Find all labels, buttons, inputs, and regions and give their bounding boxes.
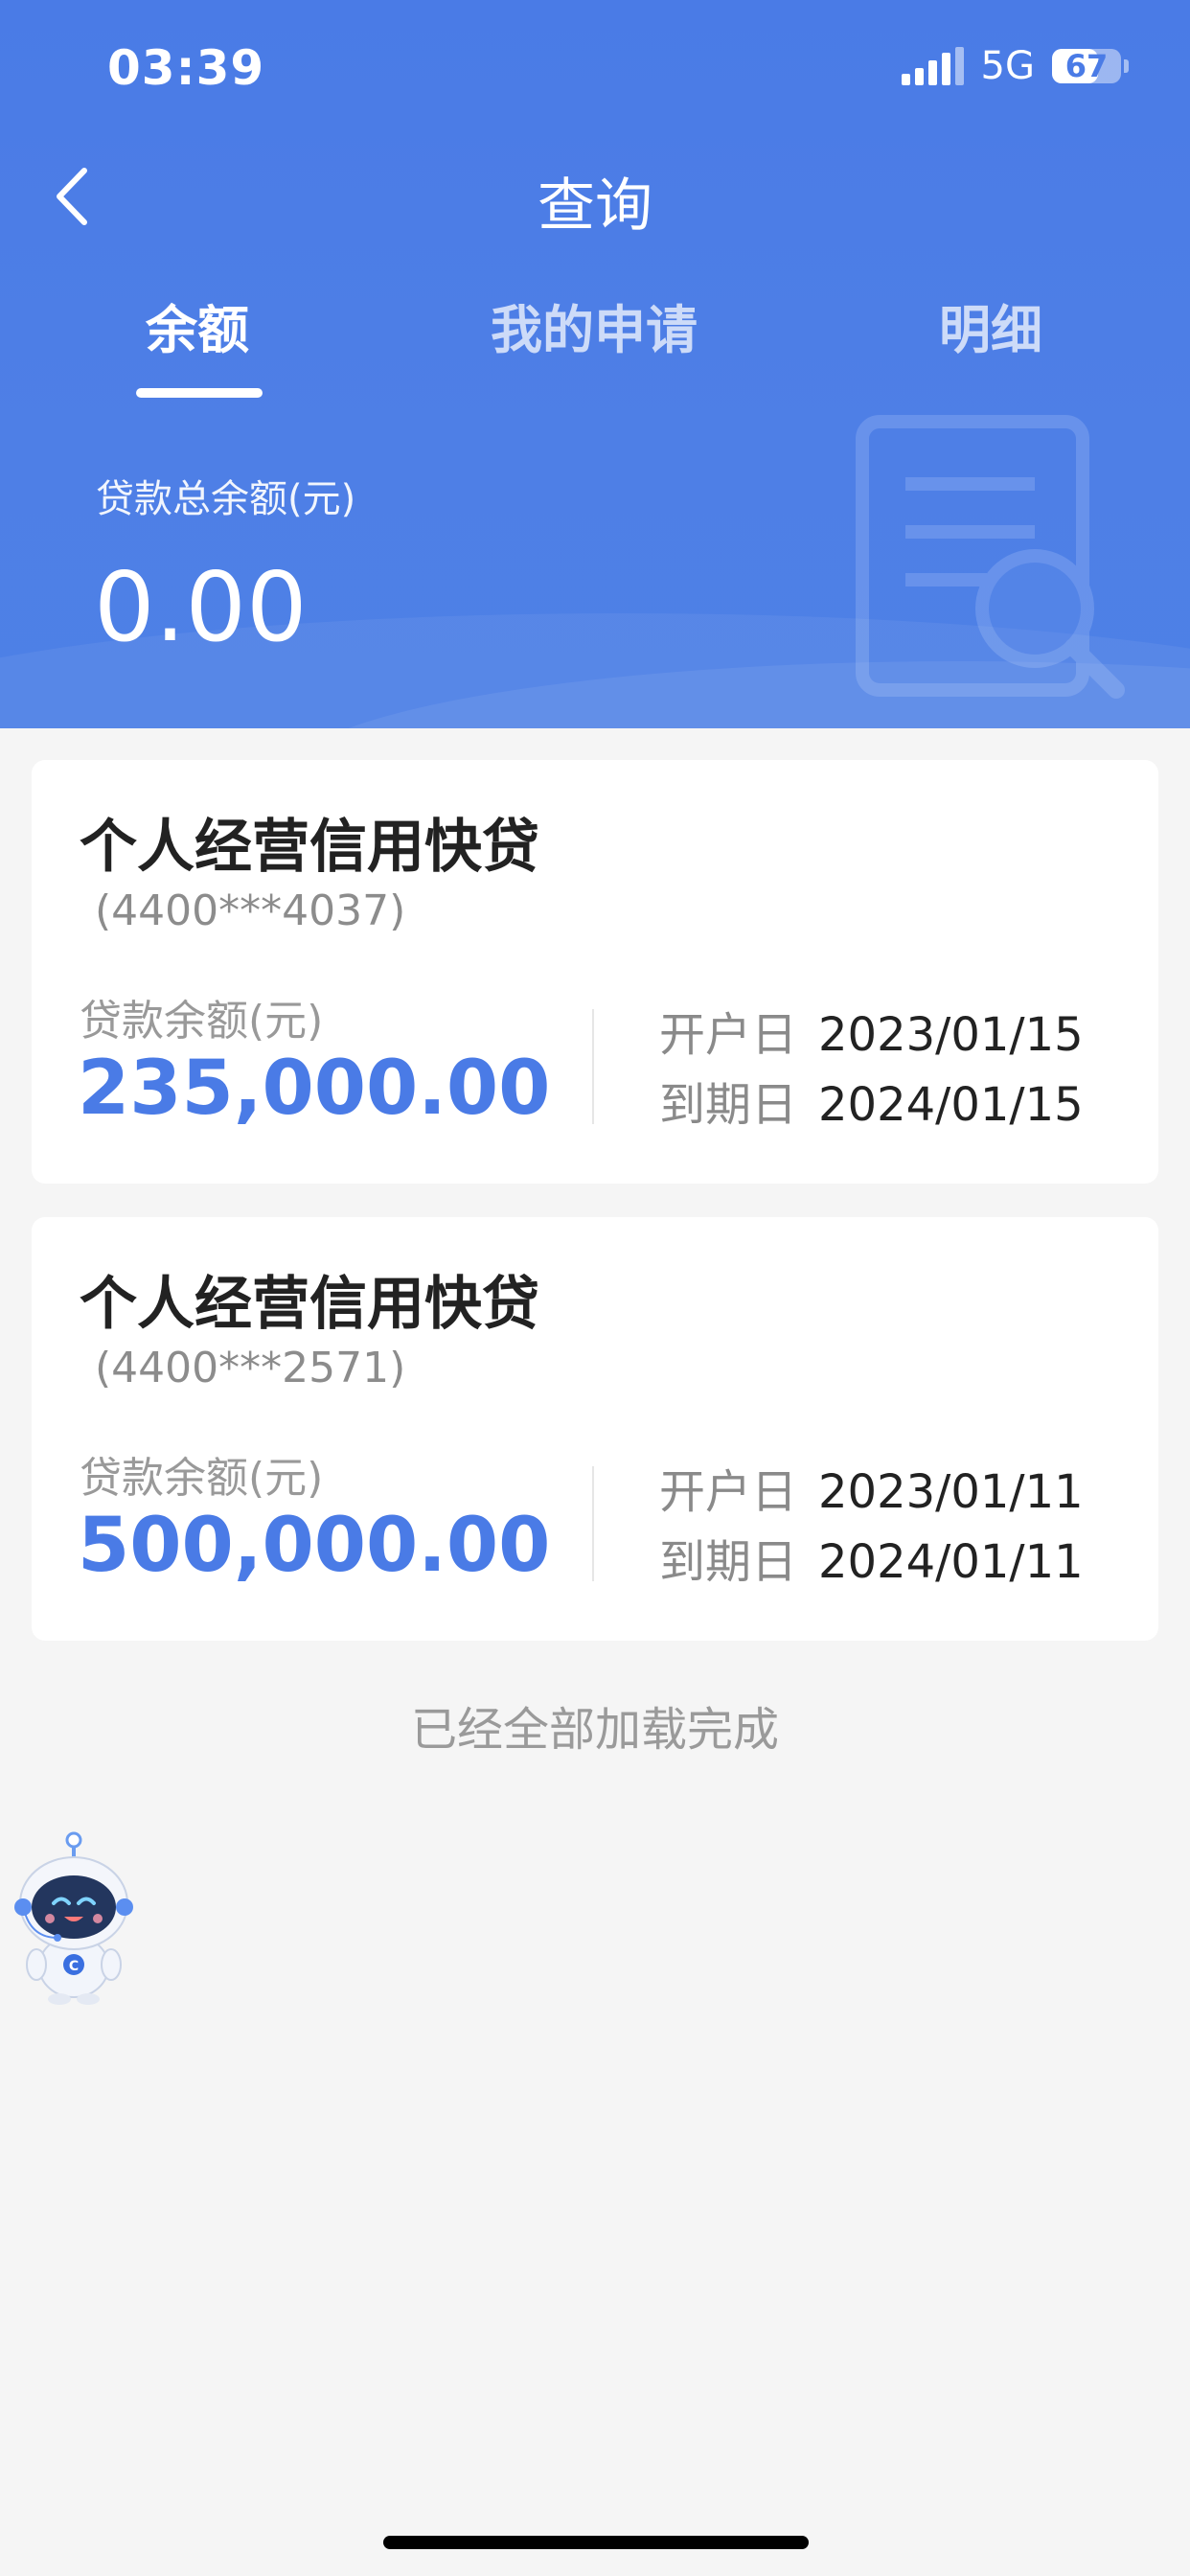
loan-account: (4400***4037) bbox=[95, 886, 406, 935]
due-date-row: 到期日 2024/01/15 bbox=[659, 1067, 1084, 1134]
header: 03:39 5G 67 查询 余额 我的申请 明细 贷款总余额(元) 0.00 bbox=[0, 0, 1190, 728]
home-indicator[interactable] bbox=[383, 2536, 809, 2549]
open-date-label: 开户日 bbox=[659, 1465, 798, 1519]
loan-balance-label: 贷款余额(元) bbox=[80, 997, 324, 1046]
signal-icon bbox=[901, 47, 964, 85]
loan-card[interactable]: 个人经营信用快贷 (4400***2571) 贷款余额(元) 500,000.0… bbox=[32, 1217, 1158, 1641]
document-search-icon bbox=[856, 415, 1125, 699]
status-indicators: 5G 67 bbox=[901, 44, 1129, 88]
open-date-row: 开户日 2023/01/15 bbox=[659, 997, 1084, 1064]
total-balance-value: 0.00 bbox=[94, 551, 308, 663]
due-date: 2024/01/11 bbox=[818, 1535, 1084, 1589]
status-time: 03:39 bbox=[107, 40, 265, 96]
loan-balance: 500,000.00 bbox=[78, 1503, 551, 1589]
total-balance-label: 贷款总余额(元) bbox=[96, 477, 356, 521]
divider bbox=[592, 1466, 594, 1581]
divider bbox=[592, 1009, 594, 1124]
open-date-label: 开户日 bbox=[659, 1008, 798, 1062]
due-date-row: 到期日 2024/01/11 bbox=[659, 1524, 1084, 1591]
tab-balance[interactable]: 余额 bbox=[54, 288, 341, 363]
network-label: 5G bbox=[980, 44, 1035, 88]
loan-card[interactable]: 个人经营信用快贷 (4400***4037) 贷款余额(元) 235,000.0… bbox=[32, 760, 1158, 1184]
active-tab-indicator bbox=[136, 388, 263, 398]
tab-details[interactable]: 明细 bbox=[847, 288, 1134, 363]
open-date: 2023/01/15 bbox=[818, 1008, 1084, 1062]
due-date-label: 到期日 bbox=[659, 1535, 798, 1589]
assistant-robot-icon[interactable]: C bbox=[11, 1830, 136, 2005]
open-date-row: 开户日 2023/01/11 bbox=[659, 1454, 1084, 1521]
loan-balance-label: 贷款余额(元) bbox=[80, 1454, 324, 1503]
page-title: 查询 bbox=[538, 172, 652, 240]
due-date: 2024/01/15 bbox=[818, 1078, 1084, 1132]
tab-my-applications[interactable]: 我的申请 bbox=[450, 288, 738, 363]
svg-text:C: C bbox=[69, 1959, 79, 1974]
loan-account: (4400***2571) bbox=[95, 1344, 406, 1392]
open-date: 2023/01/11 bbox=[818, 1465, 1084, 1519]
loan-name: 个人经营信用快贷 bbox=[80, 814, 539, 881]
tab-bar: 余额 我的申请 明细 bbox=[0, 288, 1190, 402]
due-date-label: 到期日 bbox=[659, 1078, 798, 1132]
battery-icon: 67 bbox=[1052, 48, 1129, 84]
loan-balance: 235,000.00 bbox=[78, 1046, 551, 1132]
load-complete-text: 已经全部加载完成 bbox=[410, 1703, 779, 1757]
loan-name: 个人经营信用快贷 bbox=[80, 1271, 539, 1338]
battery-level: 67 bbox=[1064, 48, 1109, 84]
